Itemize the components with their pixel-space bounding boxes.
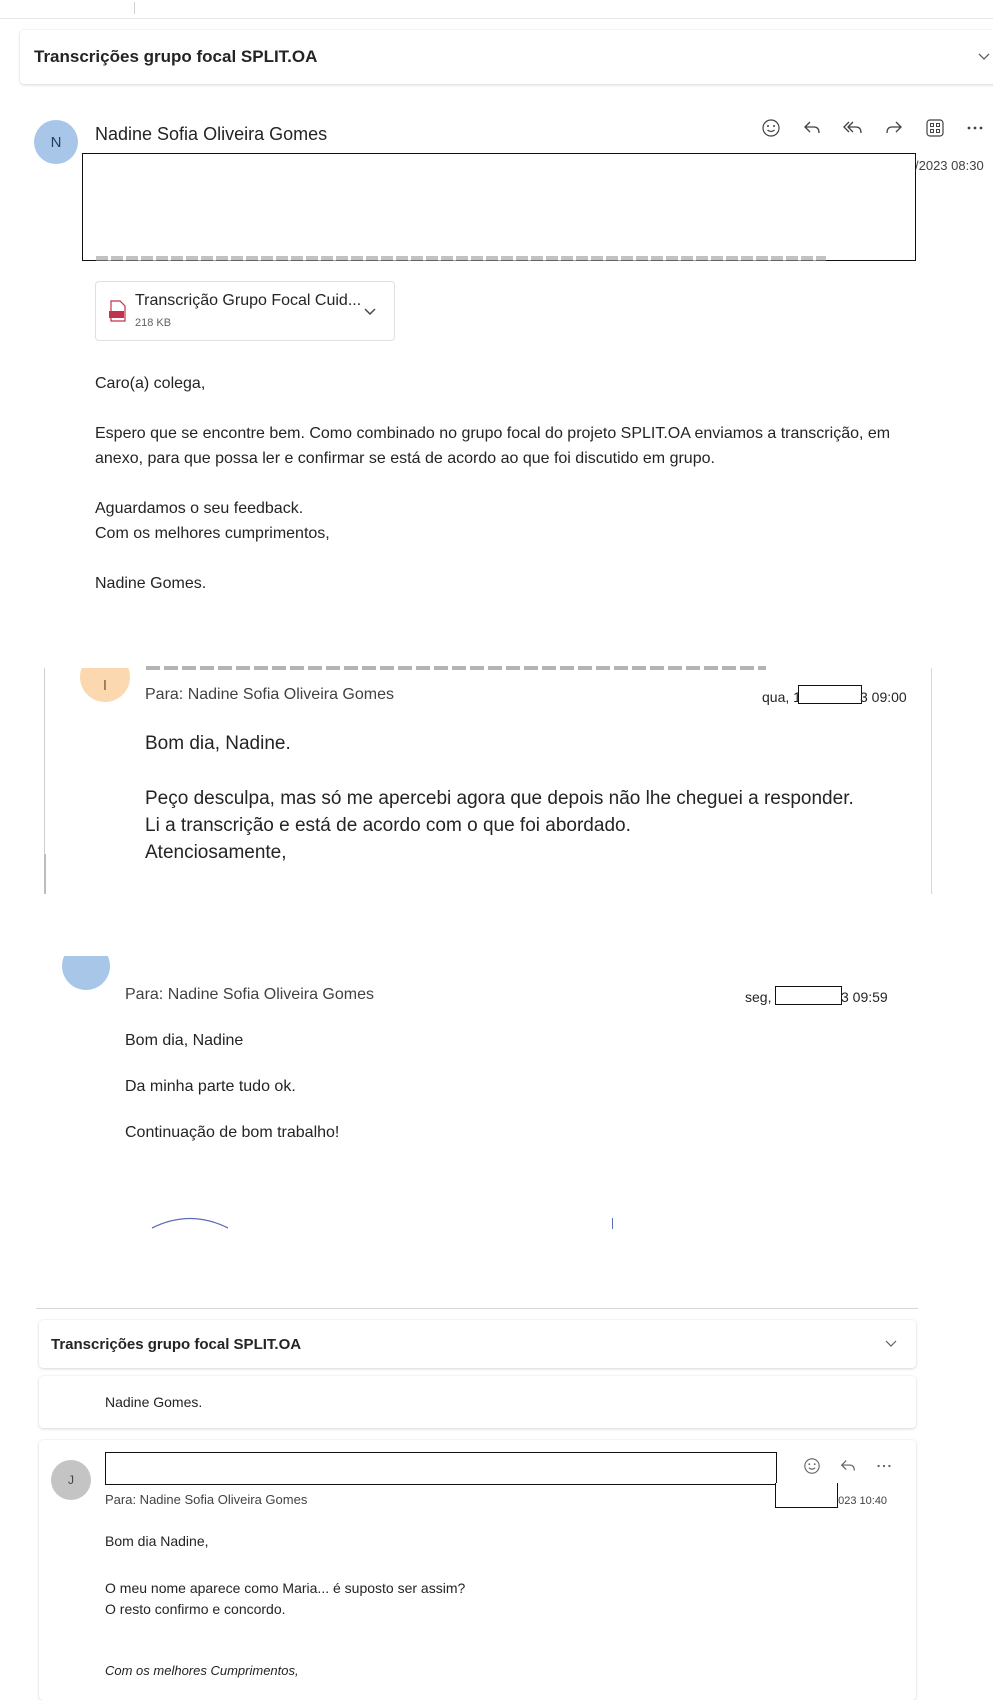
redacted-date	[775, 1483, 838, 1508]
reply-icon[interactable]	[800, 116, 824, 140]
cursor-fragment	[612, 1218, 613, 1229]
conversation-subject: Transcrições grupo focal SPLIT.OA	[51, 1336, 302, 1353]
date-suffix: 2023 10:40	[832, 1495, 888, 1507]
collapsed-message[interactable]: Nadine Gomes.	[39, 1376, 916, 1428]
smile-icon[interactable]	[759, 116, 783, 140]
reply-icon[interactable]	[836, 1454, 860, 1478]
body-line: Espero que se encontre bem. Como combina…	[95, 425, 891, 442]
avatar	[62, 956, 110, 990]
more-icon[interactable]	[963, 116, 987, 140]
avatar-initial: J	[68, 1473, 74, 1487]
cut-sender-line	[146, 666, 766, 670]
subject-header[interactable]: Transcrições grupo focal SPLIT.OA	[20, 30, 993, 84]
conversation-subject: Transcrições grupo focal SPLIT.OA	[34, 47, 318, 66]
apps-icon[interactable]	[923, 116, 947, 140]
avatar: J	[51, 1460, 91, 1500]
body-line: Aguardamos o seu feedback.	[95, 500, 304, 517]
more-icon[interactable]	[872, 1454, 896, 1478]
redacted-date	[775, 986, 842, 1005]
message-preview: Nadine Gomes.	[105, 1394, 203, 1410]
divider	[36, 1308, 918, 1309]
avatar: I	[80, 668, 130, 702]
date-suffix: 3 09:59	[841, 989, 888, 1005]
date-prefix: qua, 1	[762, 689, 801, 705]
subject-header-2[interactable]: Transcrições grupo focal SPLIT.OA	[39, 1320, 916, 1368]
body-line: Li a transcrição e está de acordo com o …	[145, 815, 631, 836]
recipient-line: Para: Nadine Sofia Oliveira Gomes	[105, 1492, 308, 1507]
body-line: Bom dia Nadine,	[105, 1533, 209, 1549]
attachment-name: Transcrição Grupo Focal Cuid...	[135, 292, 362, 309]
redacted-line-remnant	[96, 256, 826, 261]
forward-icon[interactable]	[882, 116, 906, 140]
body-line: Com os melhores cumprimentos,	[95, 525, 330, 542]
body-line: anexo, para que possa ler e confirmar se…	[95, 450, 715, 467]
body-line: Peço desculpa, mas só me apercebi agora …	[145, 788, 854, 809]
message-date: /2023 08:30	[915, 158, 984, 173]
body-line: Da minha parte tudo ok.	[125, 1078, 296, 1095]
top-strip-divider	[134, 2, 135, 14]
chevron-down-icon[interactable]	[358, 299, 382, 323]
body-line: Bom dia, Nadine.	[145, 733, 291, 754]
attachment-size: 218 KB	[135, 317, 172, 329]
redacted-date	[798, 685, 862, 704]
arc-fragment	[151, 1217, 229, 1229]
body-line: Caro(a) colega,	[95, 375, 206, 392]
avatar-initial: N	[50, 133, 62, 151]
smile-icon[interactable]	[800, 1454, 824, 1478]
sender-name[interactable]: Nadine Sofia Oliveira Gomes	[95, 124, 327, 145]
recipient-line: Para: Nadine Sofia Oliveira Gomes	[145, 686, 394, 703]
body-line: O resto confirmo e concordo.	[105, 1601, 286, 1617]
body-line: Bom dia, Nadine	[125, 1032, 244, 1049]
reply-all-icon[interactable]	[840, 116, 864, 140]
closing-line: Com os melhores Cumprimentos,	[105, 1663, 299, 1678]
chevron-down-icon[interactable]	[972, 44, 993, 68]
avatar: N	[34, 120, 78, 164]
thread-guide-line	[44, 854, 46, 894]
date-suffix: 3 09:00	[860, 689, 907, 705]
avatar-initial: I	[102, 676, 108, 694]
redacted-header-block	[82, 153, 916, 261]
body-line: O meu nome aparece como Maria... é supos…	[105, 1580, 466, 1596]
chevron-down-icon[interactable]	[879, 1331, 903, 1355]
recipient-line: Para: Nadine Sofia Oliveira Gomes	[125, 986, 374, 1003]
pdf-icon	[106, 299, 130, 323]
redacted-sender-name	[105, 1452, 777, 1485]
body-line: Atenciosamente,	[145, 842, 287, 863]
date-prefix: seg,	[745, 989, 772, 1005]
top-strip	[0, 0, 993, 19]
signature: Nadine Gomes.	[95, 575, 207, 592]
attachment-card[interactable]: Transcrição Grupo Focal Cuid... 218 KB	[95, 281, 395, 341]
body-line: Continuação de bom trabalho!	[125, 1124, 340, 1141]
